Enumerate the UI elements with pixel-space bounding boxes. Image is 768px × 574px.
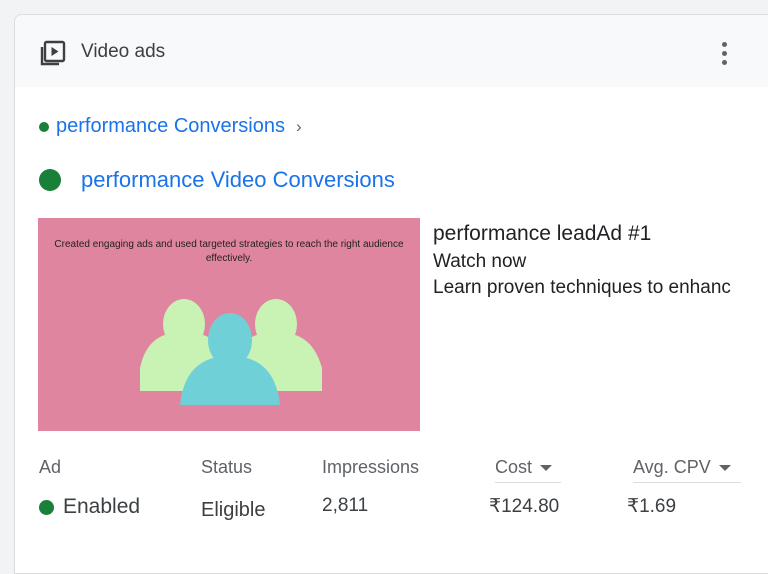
column-header-status: Status (201, 457, 253, 477)
video-play-icon (40, 40, 66, 66)
video-thumbnail[interactable]: Created engaging ads and used targeted s… (38, 218, 420, 431)
more-options-button[interactable] (709, 37, 739, 69)
video-ads-card: Video ads performance Conversions › perf… (14, 14, 768, 574)
ad-headline: performance leadAd #1 (433, 222, 652, 245)
ad-call-to-action: Watch now (433, 251, 527, 272)
status-dot-icon (39, 169, 61, 191)
impressions-value: 2,811 (322, 495, 369, 516)
column-header-impressions: Impressions (322, 457, 420, 477)
status-value: Eligible (201, 499, 266, 521)
column-header-cost[interactable]: Cost (495, 457, 561, 483)
sort-down-icon (718, 465, 731, 472)
ad-description: Learn proven techniques to enhanc (433, 277, 731, 298)
column-header-avg-cpv-label: Avg. CPV (633, 457, 711, 477)
ad-text-preview: performance leadAd #1 Watch now Learn pr… (433, 219, 753, 301)
chevron-right-icon: › (296, 116, 302, 136)
table-row: Enabled Eligible 2,811 ₹124.80 ₹1.69 (15, 495, 768, 535)
cost-value: ₹124.80 (489, 496, 560, 517)
more-vert-icon (721, 41, 727, 47)
table-header: Ad Status Impressions Cost Avg. CPV (15, 457, 768, 487)
breadcrumb-label: performance Conversions (56, 115, 285, 137)
card-title: Video ads (81, 41, 166, 62)
avg-cpv-value: ₹1.69 (627, 496, 677, 517)
audience-group-icon (140, 299, 322, 405)
breadcrumb-campaign-link[interactable]: performance Conversions › (39, 115, 302, 138)
column-header-ad: Ad (39, 457, 62, 477)
ad-group-link[interactable]: performance Video Conversions (81, 167, 395, 193)
ad-group-title: performance Video Conversions (39, 167, 395, 193)
ad-status-label: Enabled (63, 495, 141, 518)
column-header-avg-cpv[interactable]: Avg. CPV (633, 457, 741, 483)
sort-down-icon (540, 465, 553, 472)
status-dot-icon (39, 499, 54, 515)
column-header-cost-label: Cost (495, 457, 533, 477)
ad-status-dropdown[interactable]: Enabled (39, 495, 140, 519)
status-dot-icon (39, 121, 49, 132)
card-header: Video ads (15, 15, 768, 87)
